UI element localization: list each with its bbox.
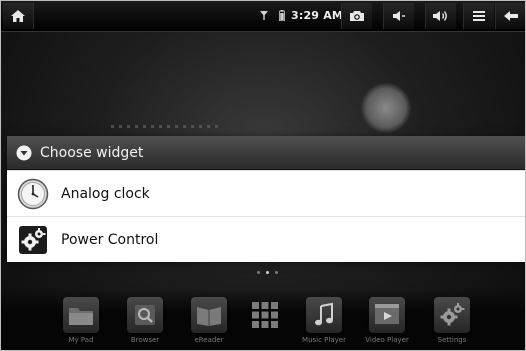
widget-item-analog-clock[interactable]: Analog clock xyxy=(7,170,525,216)
dialog-header: Choose widget xyxy=(7,136,525,170)
wallpaper-sun xyxy=(361,83,411,133)
camera-icon xyxy=(350,11,364,21)
dock-item-label: Browser xyxy=(130,336,160,344)
tablet-screen: 3:29 AM Choose widget Analog clock Power… xyxy=(0,0,526,351)
wallpaper-dots xyxy=(111,125,221,128)
page-dot xyxy=(275,271,278,274)
widget-item-label: Power Control xyxy=(61,231,159,248)
back-arrow-icon xyxy=(504,11,518,21)
dialog-title: Choose widget xyxy=(40,144,144,161)
dock-item-label: eReader xyxy=(194,336,224,344)
choose-widget-dialog: Choose widget Analog clock Power Control xyxy=(7,136,525,262)
settings-gears-icon xyxy=(434,297,470,333)
status-bar: 3:29 AM xyxy=(1,1,525,32)
music-note-icon xyxy=(306,297,342,333)
volume-up-icon xyxy=(433,11,447,21)
page-dot-active xyxy=(266,271,269,274)
ereader-icon xyxy=(191,297,227,333)
page-dot xyxy=(257,271,260,274)
volume-up-button[interactable] xyxy=(425,3,456,29)
analog-clock-icon xyxy=(17,178,49,210)
dock-item-settings[interactable]: Settings xyxy=(425,297,479,344)
dock-item-label: Video Player xyxy=(365,336,409,344)
video-player-icon xyxy=(369,297,405,333)
menu-button[interactable] xyxy=(463,3,494,29)
app-dock: My Pad Browser eReader Music Player Vide… xyxy=(1,289,525,350)
browser-icon xyxy=(127,297,163,333)
back-button[interactable] xyxy=(495,3,525,29)
menu-icon xyxy=(473,11,485,21)
dock-item-label: Music Player xyxy=(302,336,346,344)
dock-item-all-apps[interactable] xyxy=(238,297,292,336)
power-control-icon xyxy=(17,224,49,256)
app-grid-icon xyxy=(247,297,283,333)
page-indicator xyxy=(257,271,278,274)
widget-item-label: Analog clock xyxy=(61,185,150,202)
dock-item-ereader[interactable]: eReader xyxy=(182,297,236,344)
folder-icon xyxy=(63,297,99,333)
dock-item-video-player[interactable]: Video Player xyxy=(360,297,414,344)
volume-down-button[interactable] xyxy=(383,3,414,29)
widget-item-power-control[interactable]: Power Control xyxy=(7,216,525,262)
status-clock: 3:29 AM xyxy=(291,9,344,22)
dock-item-browser[interactable]: Browser xyxy=(118,297,172,344)
wifi-icon xyxy=(260,11,268,20)
battery-icon xyxy=(279,10,285,21)
chevron-down-circle-icon xyxy=(16,145,32,160)
home-button[interactable] xyxy=(3,3,34,29)
home-icon xyxy=(11,10,25,22)
dock-item-music-player[interactable]: Music Player xyxy=(297,297,351,344)
screenshot-button[interactable] xyxy=(341,3,372,29)
dock-item-my-pad[interactable]: My Pad xyxy=(54,297,108,344)
volume-down-icon xyxy=(393,11,405,21)
dock-item-label: My Pad xyxy=(68,336,94,344)
dock-item-label: Settings xyxy=(437,336,467,344)
